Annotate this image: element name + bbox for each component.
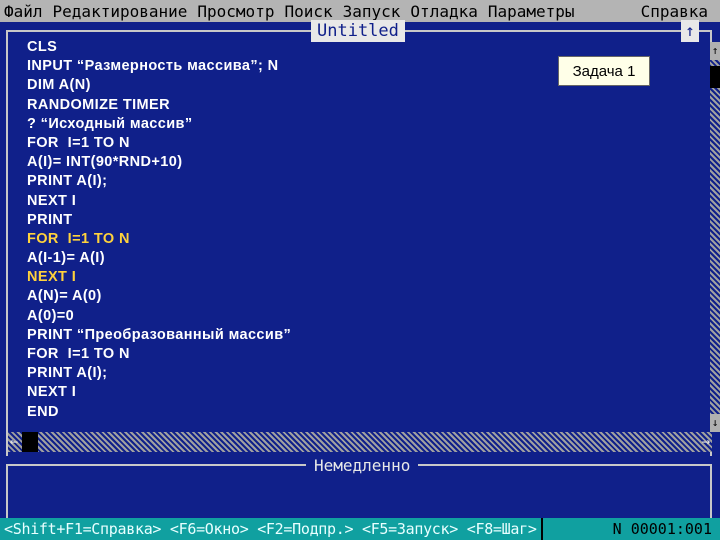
code-line[interactable]: RANDOMIZE TIMER [27, 96, 567, 115]
code-line[interactable]: NEXT I [27, 268, 567, 287]
code-line[interactable]: PRINT “Преобразованный массив” [27, 326, 567, 345]
code-line[interactable]: PRINT A(I); [27, 364, 567, 383]
menu-bar: Файл Редактирование Просмотр Поиск Запус… [0, 0, 720, 22]
code-line[interactable]: NEXT I [27, 383, 567, 402]
status-hints: <Shift+F1=Справка> <F6=Окно> <F2=Подпр.>… [4, 520, 537, 538]
immediate-header: Немедленно [6, 456, 712, 476]
code-line[interactable]: PRINT A(I); [27, 172, 567, 191]
scroll-right-icon[interactable]: → [700, 432, 712, 452]
immediate-title: Немедленно [306, 456, 419, 476]
code-editor[interactable]: CLS INPUT “Размерность массива”; N DIM A(N… [27, 38, 567, 422]
horizontal-scrollbar[interactable]: ← → [8, 432, 712, 452]
task-label: Задача 1 [558, 56, 650, 86]
scroll-left-icon[interactable]: ← [8, 432, 20, 452]
menu-edit[interactable]: Редактирование [53, 2, 194, 21]
code-line[interactable]: DIM A(N) [27, 76, 567, 95]
code-line[interactable]: FOR I=1 TO N [27, 134, 567, 153]
status-divider [540, 518, 543, 540]
code-line[interactable]: CLS [27, 38, 567, 57]
vertical-scroll-thumb[interactable] [710, 66, 720, 88]
code-line[interactable]: END [27, 403, 567, 422]
vertical-scrollbar[interactable]: ↑ ↓ [710, 42, 720, 432]
code-line[interactable]: PRINT [27, 211, 567, 230]
menu-run[interactable]: Запуск [343, 2, 407, 21]
code-line[interactable]: A(N)= A(0) [27, 287, 567, 306]
menu-search[interactable]: Поиск [284, 2, 338, 21]
code-line[interactable]: ? “Исходный массив” [27, 115, 567, 134]
menu-debug[interactable]: Отладка [410, 2, 483, 21]
maximize-icon[interactable]: ↑ [681, 20, 699, 42]
code-line[interactable]: FOR I=1 TO N [27, 230, 567, 249]
menu-help[interactable]: Справка [641, 2, 714, 21]
code-line[interactable]: NEXT I [27, 192, 567, 211]
cursor-position: N 00001:001 [612, 520, 712, 538]
horizontal-scroll-thumb[interactable] [22, 432, 38, 452]
menu-options[interactable]: Параметры [488, 2, 581, 21]
code-line[interactable]: A(I)= INT(90*RND+10) [27, 153, 567, 172]
code-line[interactable]: A(I-1)= A(I) [27, 249, 567, 268]
menu-view[interactable]: Просмотр [197, 2, 280, 21]
code-line[interactable]: FOR I=1 TO N [27, 345, 567, 364]
code-line[interactable]: INPUT “Размерность массива”; N [27, 57, 567, 76]
code-line[interactable]: A(0)=0 [27, 307, 567, 326]
status-bar: <Shift+F1=Справка> <F6=Окно> <F2=Подпр.>… [0, 518, 720, 540]
scroll-down-icon[interactable]: ↓ [710, 414, 720, 432]
scroll-up-icon[interactable]: ↑ [710, 42, 720, 60]
menu-file[interactable]: Файл [4, 2, 49, 21]
